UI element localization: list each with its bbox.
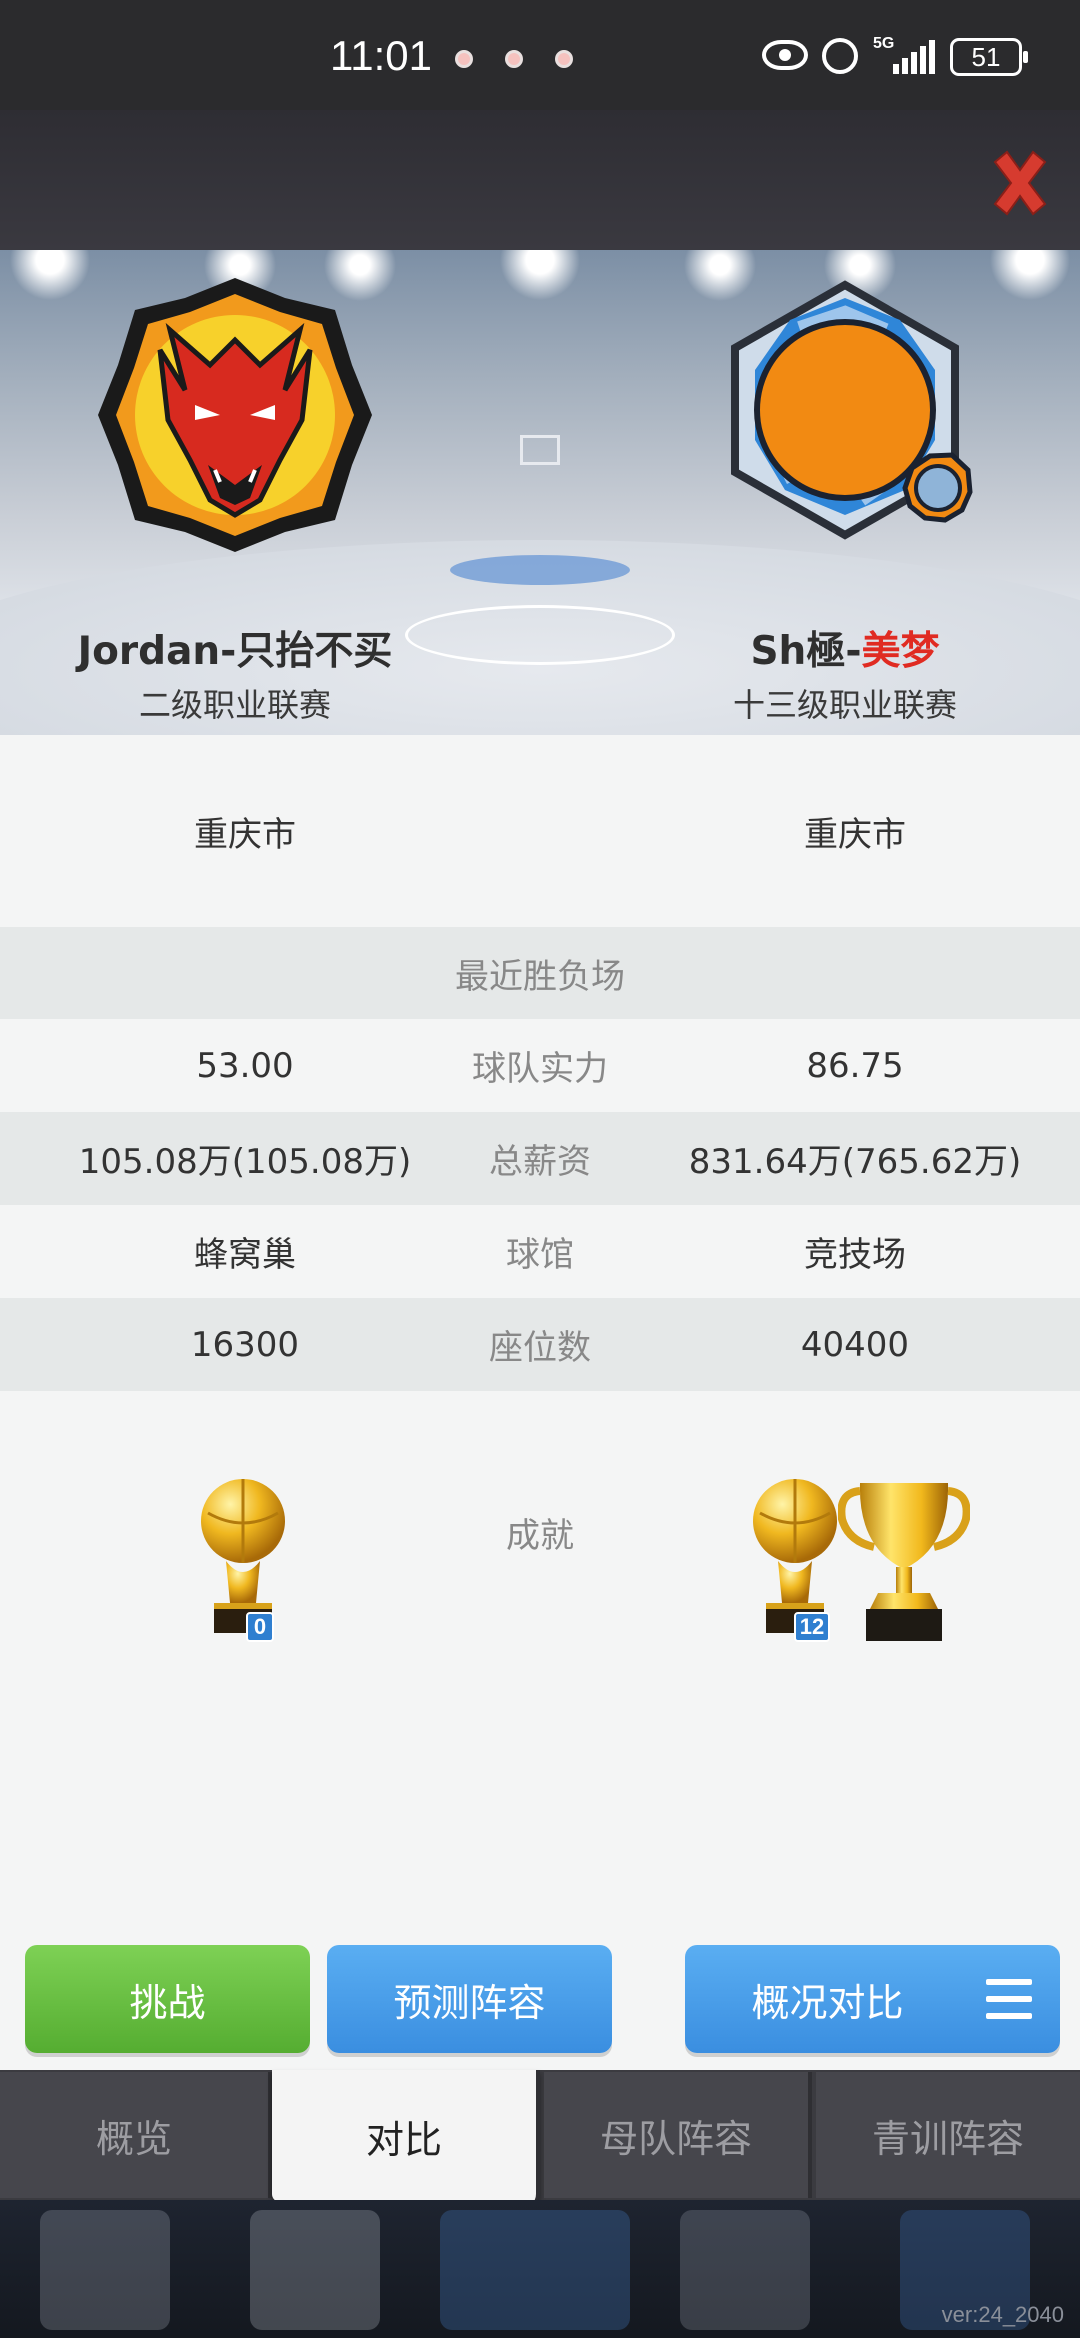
close-icon[interactable] <box>985 148 1055 218</box>
notification-icon <box>455 50 473 68</box>
overview-compare-label: 概况对比 <box>751 1980 904 2025</box>
salary-row: 105.08万(105.08万) 总薪资 831.64万(765.62万) <box>0 1112 1080 1205</box>
away-team-league: 十三级职业联赛 <box>732 686 957 724</box>
recent-record-label: 最近胜负场 <box>455 956 625 997</box>
predict-lineup-button[interactable]: 预测阵容 <box>327 1945 612 2053</box>
championship-cup-icon[interactable] <box>838 1477 970 1643</box>
recent-record-row: 最近胜负场 <box>0 927 1080 1019</box>
network-type: 5G <box>873 35 895 52</box>
strength-row: 53.00 球队实力 86.75 <box>0 1019 1080 1112</box>
away-team-name-highlight: 美梦 <box>861 629 940 674</box>
mvp-count-badge: 12 <box>794 1612 830 1642</box>
clock: 11:01 <box>330 32 432 79</box>
overview-compare-button[interactable]: 概况对比 <box>685 1945 1060 2053</box>
mvp-trophy-icon[interactable] <box>196 1473 290 1643</box>
eye-icon <box>762 40 808 70</box>
court-lane <box>450 555 630 585</box>
status-bar: 11:01 5G 51 <box>0 0 1080 110</box>
nav-item-icon[interactable] <box>440 2210 630 2330</box>
nav-item-icon[interactable] <box>680 2210 810 2330</box>
bottom-navigation: ver:24_2040 <box>0 2200 1080 2338</box>
team-banner: Jordan-只抬不买 Sh極-美梦 二级职业联赛 十三级职业联赛 <box>0 250 1080 735</box>
away-team-name: Sh極-美梦 <box>750 629 940 674</box>
away-seats: 40400 <box>800 1324 910 1365</box>
version-label: ver:24_2040 <box>941 2302 1064 2327</box>
home-team-name: Jordan-只抬不买 <box>77 629 393 674</box>
challenge-button[interactable]: 挑战 <box>25 1945 310 2053</box>
comparison-panel: 重庆市 重庆市 最近胜负场 53.00 球队实力 86.75 105.08万(1… <box>0 735 1080 2070</box>
basketball-hoop <box>520 435 560 465</box>
gear-team-logo-icon[interactable] <box>700 270 990 560</box>
tab-overview[interactable]: 概览 <box>0 2072 272 2198</box>
away-strength: 86.75 <box>806 1045 904 1086</box>
seats-row: 16300 座位数 40400 <box>0 1298 1080 1391</box>
notification-icon <box>555 50 573 68</box>
menu-icon[interactable] <box>986 1979 1032 2019</box>
header-bar <box>0 110 1080 250</box>
home-team-league: 二级职业联赛 <box>138 686 331 724</box>
tab-youth-roster[interactable]: 青训阵容 <box>816 2072 1080 2198</box>
nav-item-icon[interactable] <box>40 2210 170 2330</box>
notification-icon <box>505 50 523 68</box>
predict-lineup-label: 预测阵容 <box>393 1980 546 2025</box>
wolf-team-logo-icon[interactable] <box>90 270 380 560</box>
tab-compare[interactable]: 对比 <box>272 2070 540 2202</box>
tab-bar: 概览 对比 母队阵容 青训阵容 <box>0 2070 1080 2202</box>
challenge-label: 挑战 <box>129 1980 206 2025</box>
tab-main-roster[interactable]: 母队阵容 <box>544 2072 812 2198</box>
city-row: 重庆市 重庆市 <box>0 735 1080 927</box>
signal-icon <box>893 40 937 74</box>
away-salary: 831.64万(765.62万) <box>688 1142 1022 1182</box>
achievements-label: 成就 <box>506 1515 574 1556</box>
mvp-count-badge: 0 <box>246 1612 274 1642</box>
nav-item-icon[interactable] <box>250 2210 380 2330</box>
alarm-icon <box>822 38 858 74</box>
home-city: 重庆市 <box>194 814 296 855</box>
away-arena: 竞技场 <box>804 1235 906 1275</box>
away-city: 重庆市 <box>804 814 906 855</box>
battery-icon: 51 <box>950 38 1028 76</box>
arena-row: 蜂窝巢 球馆 竞技场 <box>0 1205 1080 1298</box>
